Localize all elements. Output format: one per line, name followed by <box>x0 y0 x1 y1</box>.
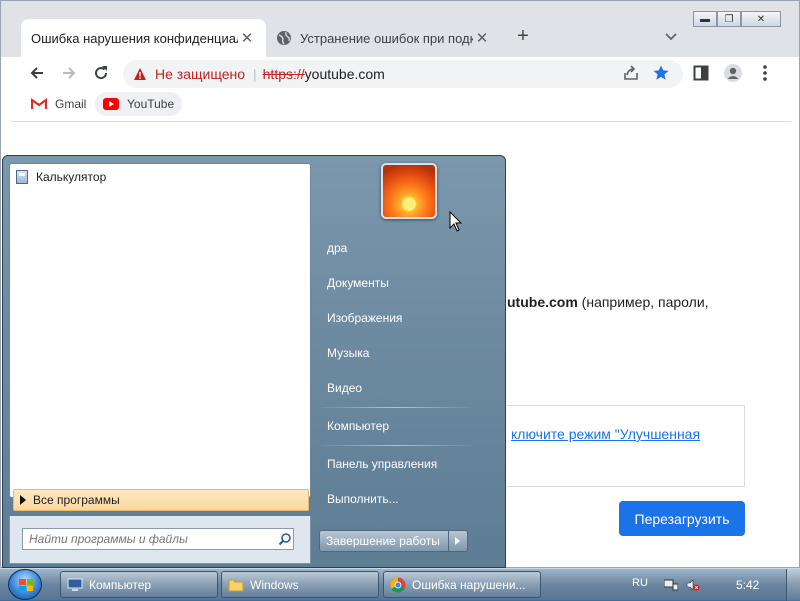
menu-icon[interactable] <box>753 61 777 85</box>
address-bar[interactable]: Не защищено | https:// youtube.com <box>123 60 683 88</box>
link-user-folder[interactable]: дра <box>327 241 347 255</box>
clock[interactable]: 5:42 <box>736 578 759 592</box>
start-menu: Калькулятор Все программы дра Документы … <box>2 155 506 568</box>
show-desktop-button[interactable] <box>786 569 800 601</box>
bookmarks-bar: Gmail YouTube <box>1 89 799 119</box>
minimize-button[interactable]: ▬ <box>693 11 717 27</box>
taskbar-button-label: Windows <box>250 577 299 592</box>
warning-text-rest: (например, пароли, <box>577 294 709 310</box>
taskbar-button-label: Компьютер <box>89 577 152 592</box>
side-panel-icon[interactable] <box>689 61 713 85</box>
link-run[interactable]: Выполнить... <box>327 492 399 506</box>
link-control-panel[interactable]: Панель управления <box>327 457 437 471</box>
tab-title: Устранение ошибок при подключении <box>300 30 473 46</box>
url-host: youtube.com <box>304 66 385 82</box>
folder-icon <box>228 579 244 591</box>
close-window-button[interactable]: ✕ <box>741 11 781 27</box>
link-pictures[interactable]: Изображения <box>327 311 402 325</box>
globe-icon <box>277 31 291 45</box>
user-picture[interactable] <box>381 163 437 219</box>
chevron-down-icon[interactable] <box>661 27 681 47</box>
enhanced-protection-card <box>507 405 745 487</box>
computer-icon <box>67 578 83 591</box>
calculator-icon <box>16 170 28 184</box>
windows-logo-icon <box>19 579 33 591</box>
triangle-right-icon <box>455 537 461 545</box>
triangle-right-icon <box>20 495 26 505</box>
link-music[interactable]: Музыка <box>327 346 369 360</box>
taskbar: Компьютер Windows Ошибка нарушени... RU … <box>0 568 800 601</box>
warning-text: utube.com (например, пароли, <box>507 290 709 314</box>
forward-icon[interactable] <box>57 61 81 85</box>
shutdown-control: Завершение работы <box>319 530 468 552</box>
bookmark-star-icon[interactable] <box>649 61 673 85</box>
link-documents[interactable]: Документы <box>327 276 389 290</box>
enhanced-protection-link[interactable]: ключите режим "Улучшенная <box>511 426 700 442</box>
link-videos[interactable]: Видео <box>327 381 362 395</box>
warning-host: utube.com <box>507 294 578 310</box>
bookmark-gmail[interactable]: Gmail <box>23 92 94 116</box>
url-scheme: https:// <box>262 66 305 82</box>
start-button[interactable] <box>8 569 42 600</box>
mouse-cursor-icon <box>449 211 463 232</box>
security-status[interactable]: Не защищено <box>155 66 245 82</box>
tab-privacy-error[interactable]: Ошибка нарушения конфиденциальности ✕ <box>21 19 266 57</box>
bookmark-youtube[interactable]: YouTube <box>95 92 183 116</box>
gmail-icon <box>31 98 47 109</box>
back-icon[interactable] <box>25 61 49 85</box>
chrome-icon <box>390 577 406 592</box>
volume-muted-icon[interactable] <box>686 579 700 591</box>
profile-icon[interactable] <box>721 61 745 85</box>
taskbar-button-label: Ошибка нарушени... <box>412 577 526 592</box>
window-controls: ▬ ❐ ✕ <box>693 11 781 27</box>
all-programs-button[interactable]: Все программы <box>13 489 309 511</box>
language-indicator[interactable]: RU <box>632 577 648 589</box>
new-tab-button[interactable]: + <box>509 25 537 48</box>
taskbar-button-windows[interactable]: Windows <box>221 571 379 598</box>
tab-title: Ошибка нарушения конфиденциальности <box>31 30 238 46</box>
search-icon[interactable] <box>278 532 292 546</box>
reload-button[interactable]: Перезагрузить <box>619 501 745 536</box>
taskbar-button-computer[interactable]: Компьютер <box>60 571 218 598</box>
program-calculator[interactable]: Калькулятор <box>16 170 106 184</box>
search-area <box>9 516 311 564</box>
browser-toolbar: Не защищено | https:// youtube.com <box>1 57 799 89</box>
bookmark-label: Gmail <box>55 97 87 111</box>
address-separator: | <box>253 66 257 82</box>
shutdown-button[interactable]: Завершение работы <box>320 531 449 551</box>
share-icon[interactable] <box>619 61 643 85</box>
youtube-icon <box>103 98 119 110</box>
divider <box>321 445 471 446</box>
reload-icon[interactable] <box>89 61 113 85</box>
divider <box>321 407 471 408</box>
tab-strip: Ошибка нарушения конфиденциальности ✕ Ус… <box>1 1 799 57</box>
search-input[interactable] <box>22 528 294 550</box>
close-tab-icon[interactable]: ✕ <box>473 29 491 47</box>
link-computer[interactable]: Компьютер <box>327 419 389 433</box>
network-icon[interactable] <box>664 579 678 591</box>
all-programs-label: Все программы <box>33 493 120 507</box>
bookmark-label: YouTube <box>127 97 175 111</box>
close-tab-icon[interactable]: ✕ <box>238 29 256 47</box>
program-label: Калькулятор <box>36 170 107 184</box>
tab-troubleshoot[interactable]: Устранение ошибок при подключении ✕ <box>266 19 501 57</box>
warning-icon <box>134 68 146 80</box>
restore-button[interactable]: ❐ <box>717 11 741 27</box>
shutdown-options-button[interactable] <box>449 531 467 551</box>
programs-pane: Калькулятор <box>9 163 311 498</box>
taskbar-button-chrome[interactable]: Ошибка нарушени... <box>383 571 541 598</box>
